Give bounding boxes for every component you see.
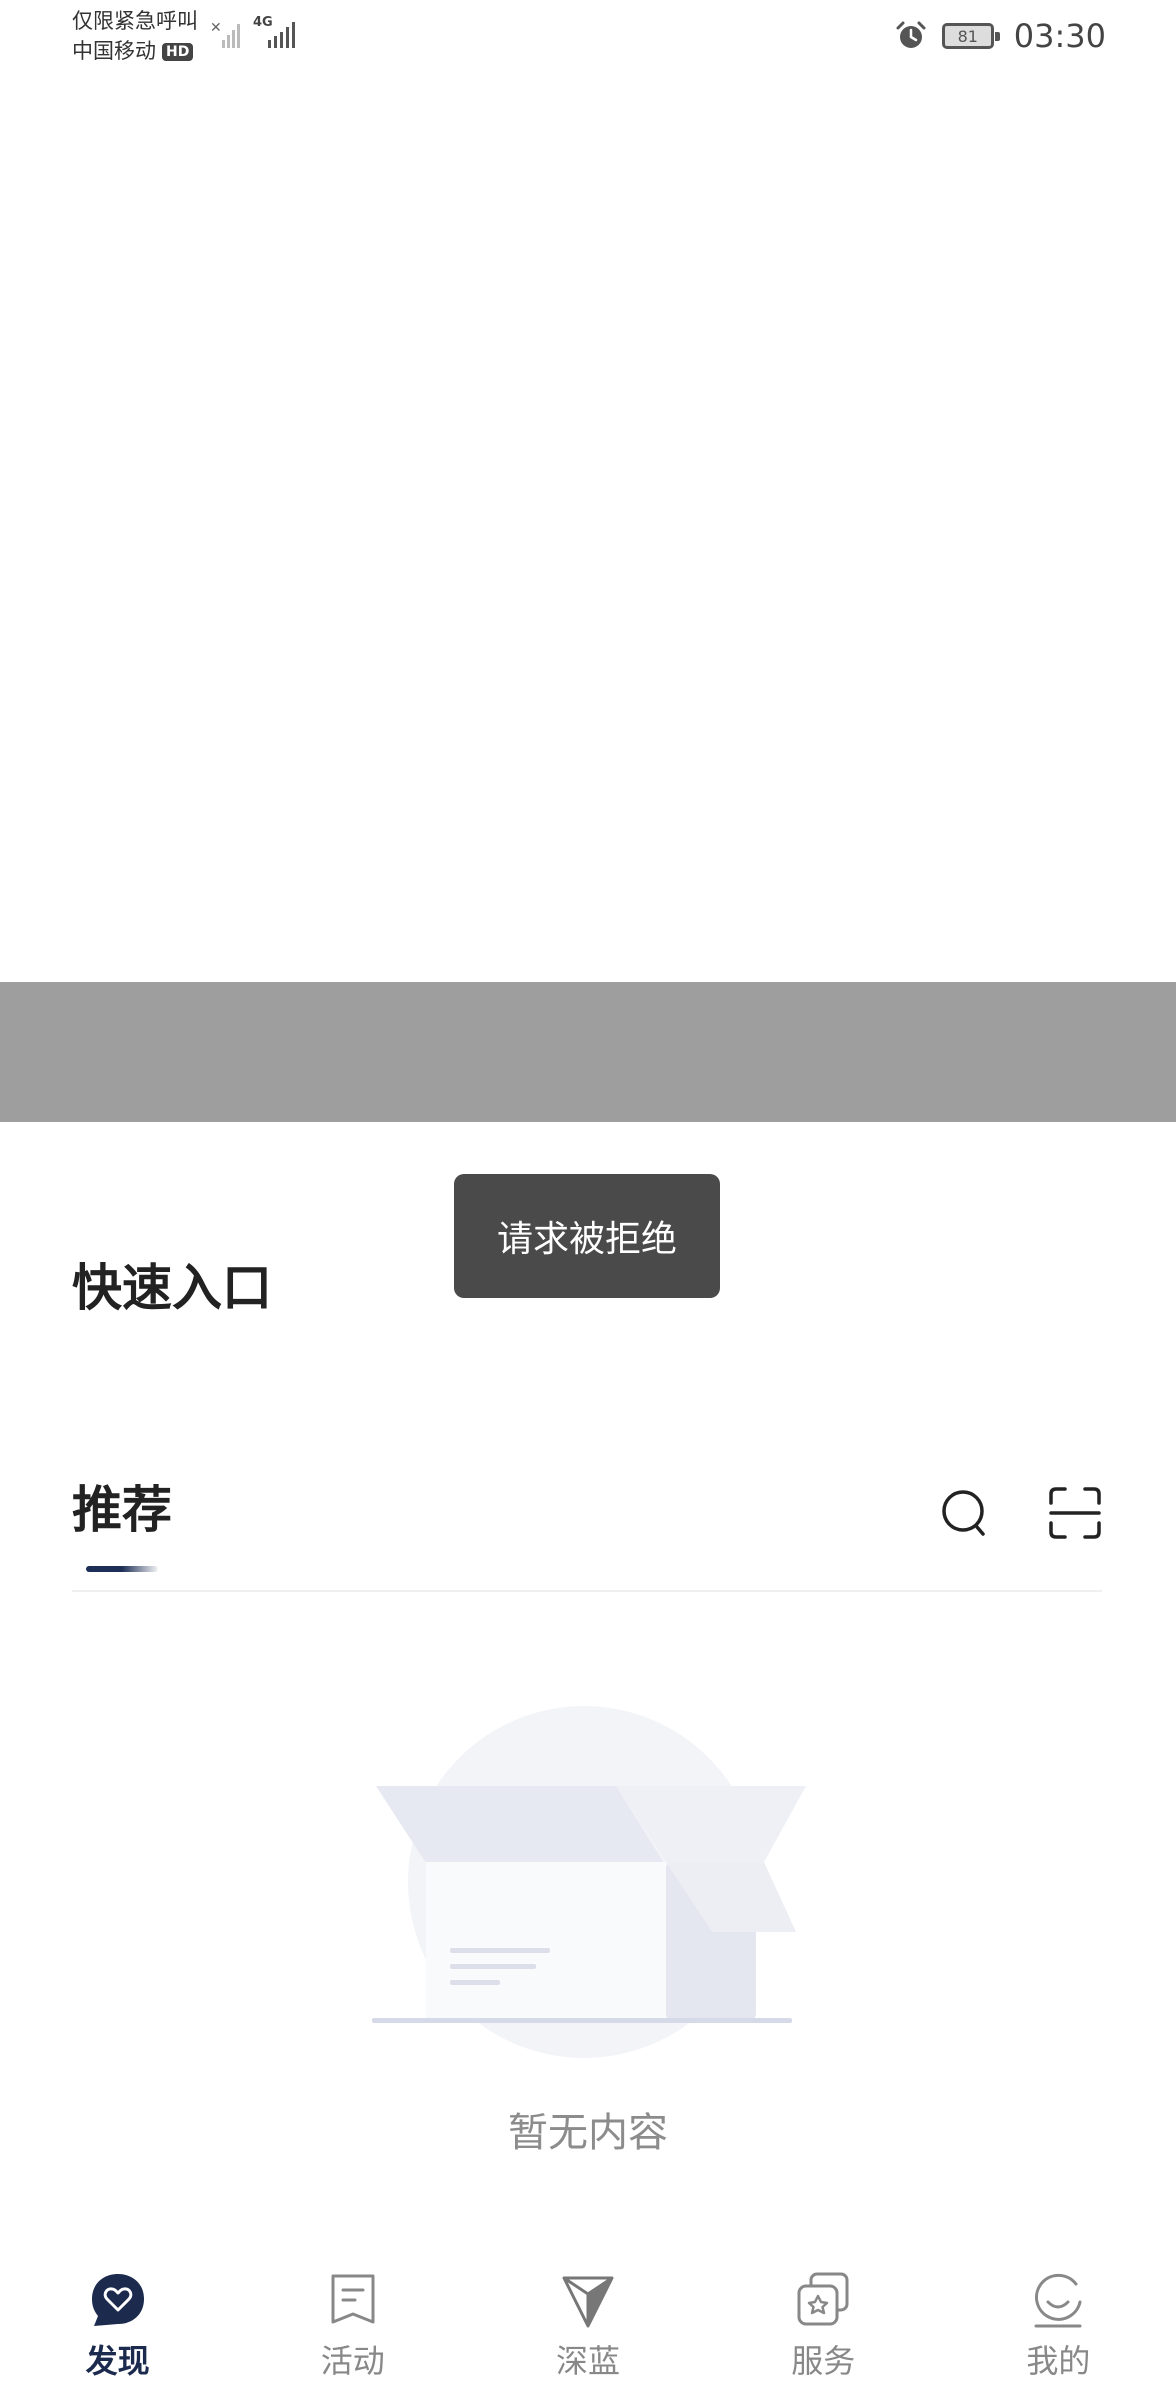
tab-recommend[interactable]: 推荐 (72, 1470, 172, 1542)
shenlan-logo-icon (562, 2276, 614, 2328)
svg-text:✕: ✕ (210, 20, 222, 36)
carrier-name: 中国移动 (72, 39, 156, 63)
activity-icon (331, 2274, 375, 2324)
battery-level: 81 (957, 26, 978, 46)
toast-text: 请求被拒绝 (496, 1219, 677, 1260)
search-icon[interactable] (938, 1486, 994, 1542)
bottom-tab-bar: 发现 活动 深蓝 服务 我的 (0, 2260, 1176, 2400)
tab-discover[interactable]: 发现 (0, 2260, 235, 2400)
clock-time: 03:30 (1013, 17, 1106, 55)
service-icon (797, 2272, 849, 2326)
profile-icon (1034, 2273, 1082, 2328)
carrier-info: 仅限紧急呼叫 中国移动 HD (72, 6, 198, 66)
scan-icon[interactable] (1048, 1486, 1102, 1540)
tab-label-profile: 我的 (1026, 2342, 1091, 2380)
tab-service[interactable]: 服务 (706, 2260, 941, 2400)
quick-entry-title: 快速入口 (72, 1259, 272, 1317)
tab-label-service: 服务 (791, 2342, 856, 2380)
hd-badge: HD (162, 43, 194, 61)
status-bar: 仅限紧急呼叫 中国移动 HD ✕ 4G 81 03:30 (0, 0, 1176, 72)
tab-label-activity: 活动 (320, 2342, 385, 2380)
empty-state-text: 暂无内容 (508, 2110, 668, 2156)
signal-sim2-icon (268, 22, 295, 48)
toast-message: 请求被拒绝 (454, 1174, 720, 1298)
tab-shenlan[interactable]: 深蓝 (470, 2260, 705, 2400)
emergency-only-text: 仅限紧急呼叫 (72, 9, 198, 33)
active-tab-indicator (86, 1566, 158, 1572)
discover-heart-icon (91, 2274, 144, 2326)
empty-box-illustration (372, 1706, 806, 2058)
signal-sim1-icon: ✕ (210, 20, 240, 48)
banner-placeholder (0, 982, 1176, 1122)
tab-profile[interactable]: 我的 (941, 2260, 1176, 2400)
battery-icon: 81 (941, 23, 1000, 49)
alarm-icon (896, 21, 926, 48)
tab-label-shenlan: 深蓝 (556, 2342, 621, 2380)
tab-label-discover: 发现 (85, 2342, 150, 2380)
tab-activity[interactable]: 活动 (235, 2260, 470, 2400)
section-divider (72, 1590, 1102, 1592)
